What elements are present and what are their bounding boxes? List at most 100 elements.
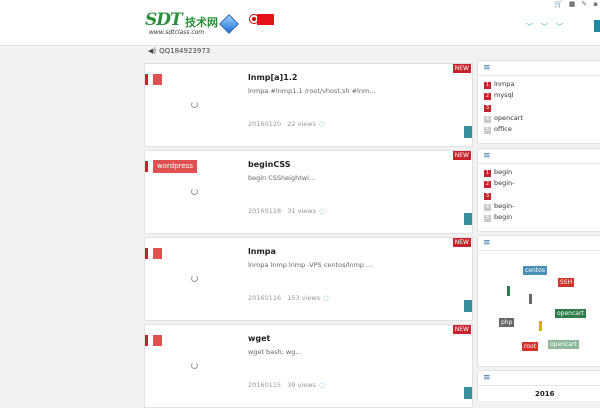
rank-badge: 4: [484, 115, 491, 123]
loading-spinner-icon: [191, 275, 198, 282]
widget-header: ≡: [478, 371, 600, 386]
post-views: 22 views: [287, 120, 316, 128]
tag-opencart-2[interactable]: opencart: [548, 340, 579, 349]
menu-icon[interactable]: ≡: [483, 373, 491, 383]
comment-icon[interactable]: ◌: [319, 381, 325, 389]
widget-header: ≡: [478, 149, 600, 164]
shopping-cart-icon[interactable]: 🛒: [554, 0, 563, 9]
nav-chevron-down-icon[interactable]: ﹀: [541, 22, 548, 32]
widget-header: ≡: [478, 236, 600, 251]
category-badge[interactable]: [153, 248, 162, 259]
post-title[interactable]: beginCSS: [248, 160, 291, 169]
menu-icon[interactable]: ≡: [483, 238, 491, 248]
list-item[interactable]: 1 begin: [484, 168, 600, 179]
post-corner-button[interactable]: [464, 387, 472, 399]
comment-icon[interactable]: ◌: [323, 294, 329, 302]
top-icon-bar: 🛒 ■ ✎ ▪: [554, 0, 600, 9]
rank-badge: 4: [484, 203, 491, 211]
post-corner-button[interactable]: [464, 213, 472, 225]
post-corner-button[interactable]: [464, 300, 472, 312]
list-item[interactable]: 3: [484, 191, 600, 202]
menu-icon[interactable]: ≡: [483, 63, 491, 73]
rank-badge: 1: [484, 170, 491, 177]
post-meta: 20160120 22 views ◌: [248, 120, 325, 128]
tag-root[interactable]: root: [522, 342, 539, 351]
post-marker: [145, 74, 148, 85]
tag-centos[interactable]: centos: [523, 266, 547, 275]
list-item-label: office: [494, 125, 512, 134]
rank-badge: 3: [484, 104, 491, 112]
tag-marker[interactable]: [539, 321, 542, 331]
list-item-label: lnmpa: [494, 80, 515, 88]
list-item[interactable]: 5 office: [484, 125, 600, 136]
person-icon[interactable]: ▪: [593, 0, 598, 9]
tag-marker[interactable]: [507, 286, 510, 296]
logo-chinese-text: 技术网: [185, 16, 218, 29]
post-title[interactable]: wget: [248, 334, 270, 343]
category-badge[interactable]: [153, 74, 162, 85]
china-flag-icon[interactable]: [257, 14, 274, 25]
post-views: 31 views: [287, 207, 316, 215]
post-card[interactable]: wget wget bash; wg... 20160115 39 views ◌…: [144, 324, 473, 408]
category-badge[interactable]: [153, 335, 162, 346]
post-marker: [145, 248, 148, 259]
tag-cloud-widget: ≡ centos SSH opencart php root opencart: [477, 235, 600, 367]
loading-spinner-icon: [191, 362, 198, 369]
post-card[interactable]: wordpress beginCSS begin CSSheightwi... …: [144, 150, 473, 234]
nav-accent-button[interactable]: [594, 20, 600, 32]
list-item[interactable]: 2 mysql: [484, 91, 600, 102]
post-date: 20160116: [248, 294, 282, 302]
post-views: 153 views: [287, 294, 321, 302]
widget-header: ≡: [478, 61, 600, 76]
list-item[interactable]: 1 lnmpa: [484, 80, 600, 91]
post-marker: [145, 161, 148, 172]
list-item-label: begin: [494, 168, 513, 176]
comment-icon[interactable]: ◌: [319, 120, 325, 128]
post-meta: 20160116 153 views ◌: [248, 294, 329, 302]
post-date: 20160115: [248, 381, 282, 389]
list-item[interactable]: 4 opencart: [484, 114, 600, 125]
list-item-label: opencart: [494, 113, 523, 122]
post-views: 39 views: [287, 381, 316, 389]
list-item[interactable]: 5 begin: [484, 213, 600, 224]
post-excerpt: lnmpa lnmp lnmp -VPS centos/lnmp ...: [248, 261, 373, 269]
site-logo[interactable]: SDT 技术网 www.sdtclass.com: [145, 10, 245, 38]
post-card[interactable]: lnmpa lnmpa lnmp lnmp -VPS centos/lnmp .…: [144, 237, 473, 321]
tag-marker[interactable]: [529, 294, 532, 304]
menu-icon[interactable]: ≡: [483, 151, 491, 161]
rank-badge: 5: [484, 127, 491, 135]
list-item-label: begin-: [494, 201, 515, 210]
tag-php[interactable]: php: [499, 318, 515, 327]
post-title[interactable]: lnmp[a]1.2: [248, 73, 297, 82]
post-title[interactable]: lnmpa: [248, 247, 276, 256]
post-meta: 20160115 39 views ◌: [248, 381, 325, 389]
calendar-year: 2016: [535, 390, 555, 398]
rank-badge: 2: [484, 93, 491, 101]
new-badge: NEW: [452, 64, 471, 73]
category-badge[interactable]: wordpress: [153, 160, 197, 173]
user-icon[interactable]: ■: [569, 0, 576, 9]
wrench-icon[interactable]: ✎: [581, 0, 587, 9]
nav-chevron-down-icon[interactable]: ﹀: [556, 22, 563, 32]
post-card[interactable]: lnmp[a]1.2 lnmpa #lnmp1.1 /root/vhost.sh…: [144, 63, 473, 147]
tag-opencart[interactable]: opencart: [555, 309, 586, 318]
list-item-label: mysql: [494, 91, 514, 100]
list-item[interactable]: 4 begin-: [484, 202, 600, 213]
post-date: 20160118: [248, 207, 282, 215]
new-badge: NEW: [452, 238, 471, 247]
announcement-text: QQ184923973: [159, 47, 211, 55]
rank-badge: 1: [484, 82, 491, 89]
post-meta: 20160118 31 views ◌: [248, 207, 325, 215]
comment-icon[interactable]: ◌: [319, 207, 325, 215]
tag-ssh[interactable]: SSH: [558, 278, 575, 287]
list-item-label: begin-: [494, 179, 515, 188]
list-item[interactable]: 2 begin-: [484, 179, 600, 190]
list-item-label: begin: [494, 213, 513, 222]
list-item[interactable]: 3: [484, 103, 600, 114]
loading-spinner-icon: [191, 101, 198, 108]
recent-posts-widget: ≡ 1 begin 2 begin- 3 4 begin- 5 begin: [477, 148, 600, 232]
new-badge: NEW: [452, 151, 471, 160]
nav-chevron-down-icon[interactable]: ﹀: [526, 22, 533, 32]
post-corner-button[interactable]: [464, 126, 472, 138]
recent-posts-list: 1 begin 2 begin- 3 4 begin- 5 begin: [478, 164, 600, 224]
